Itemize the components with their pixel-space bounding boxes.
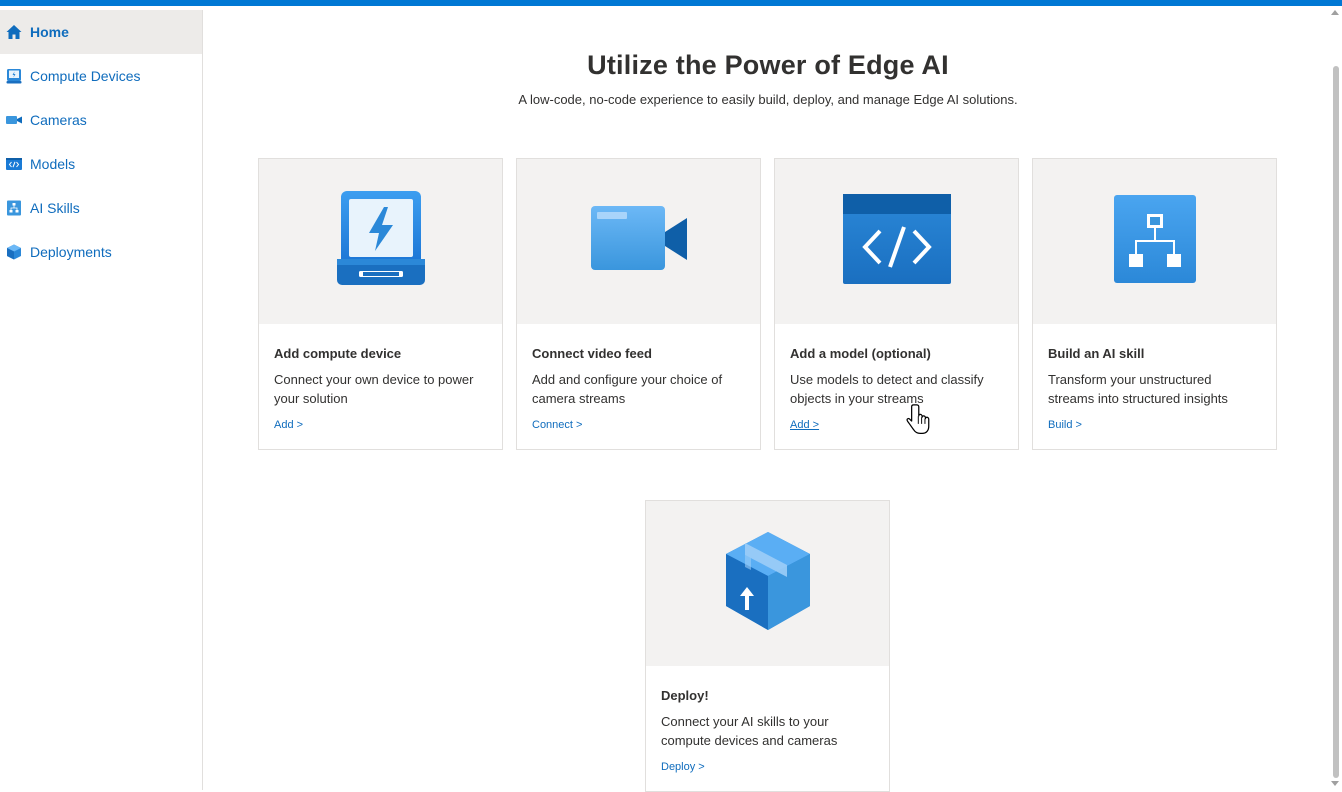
card-description: Transform your unstructured streams into… (1048, 372, 1228, 406)
scroll-thumb[interactable] (1333, 66, 1339, 778)
vertical-scrollbar[interactable] (1328, 6, 1342, 790)
sidebar: Home Compute Devices Cameras Models AI S… (0, 10, 203, 790)
hand-pointer-cursor-icon (906, 404, 930, 435)
add-compute-device-link[interactable]: Add > (274, 419, 303, 431)
sidebar-item-cameras[interactable]: Cameras (0, 98, 202, 142)
home-icon (5, 23, 23, 41)
sidebar-item-compute-devices[interactable]: Compute Devices (0, 54, 202, 98)
add-model-link[interactable]: Add > (790, 419, 819, 431)
connect-video-feed-link[interactable]: Connect > (532, 419, 582, 431)
page-subtitle: A low-code, no-code experience to easily… (518, 92, 1018, 107)
ai-skill-icon (5, 199, 23, 217)
scroll-down-arrow-icon[interactable] (1331, 781, 1339, 786)
model-icon (5, 155, 23, 173)
compute-device-icon (335, 189, 427, 294)
card-build-ai-skill: Build an AI skill Transform your unstruc… (1032, 158, 1277, 450)
sidebar-item-label: Cameras (30, 112, 87, 128)
scroll-up-arrow-icon[interactable] (1331, 10, 1339, 15)
card-image (1033, 159, 1276, 324)
card-image (259, 159, 502, 324)
sidebar-item-label: AI Skills (30, 200, 80, 216)
card-description: Connect your AI skills to your compute d… (661, 714, 838, 748)
card-deploy: Deploy! Connect your AI skills to your c… (645, 500, 890, 792)
card-image (517, 159, 760, 324)
card-image (646, 501, 889, 666)
sidebar-item-label: Deployments (30, 244, 112, 260)
compute-device-icon (5, 67, 23, 85)
page-title: Utilize the Power of Edge AI (587, 50, 949, 80)
deployment-icon (5, 243, 23, 261)
card-description: Use models to detect and classify object… (790, 372, 984, 406)
sidebar-item-deployments[interactable]: Deployments (0, 230, 202, 274)
card-title: Connect video feed (532, 346, 652, 361)
sidebar-item-home[interactable]: Home (0, 10, 202, 54)
sidebar-item-label: Home (30, 24, 69, 40)
card-image (775, 159, 1018, 324)
code-model-icon (842, 193, 952, 290)
package-icon (723, 530, 813, 637)
card-title: Add a model (optional) (790, 346, 931, 361)
top-accent-bar (0, 0, 1342, 6)
sidebar-item-label: Compute Devices (30, 68, 141, 84)
deploy-link[interactable]: Deploy > (661, 761, 705, 773)
card-title: Add compute device (274, 346, 402, 361)
camera-icon (5, 111, 23, 129)
main-content: Utilize the Power of Edge AI A low-code,… (204, 10, 1328, 792)
card-add-model: Add a model (optional) Use models to det… (774, 158, 1019, 450)
sidebar-item-models[interactable]: Models (0, 142, 202, 186)
hierarchy-icon (1113, 194, 1197, 289)
card-description: Connect your own device to power your so… (274, 372, 474, 406)
card-title: Deploy! (661, 688, 709, 703)
card-add-compute-device: Add compute device Connect your own devi… (258, 158, 503, 450)
video-camera-icon (589, 206, 689, 277)
card-description: Add and configure your choice of camera … (532, 372, 723, 406)
card-title: Build an AI skill (1048, 346, 1145, 361)
card-connect-video-feed: Connect video feed Add and configure you… (516, 158, 761, 450)
sidebar-item-ai-skills[interactable]: AI Skills (0, 186, 202, 230)
sidebar-item-label: Models (30, 156, 76, 172)
build-ai-skill-link[interactable]: Build > (1048, 419, 1082, 431)
